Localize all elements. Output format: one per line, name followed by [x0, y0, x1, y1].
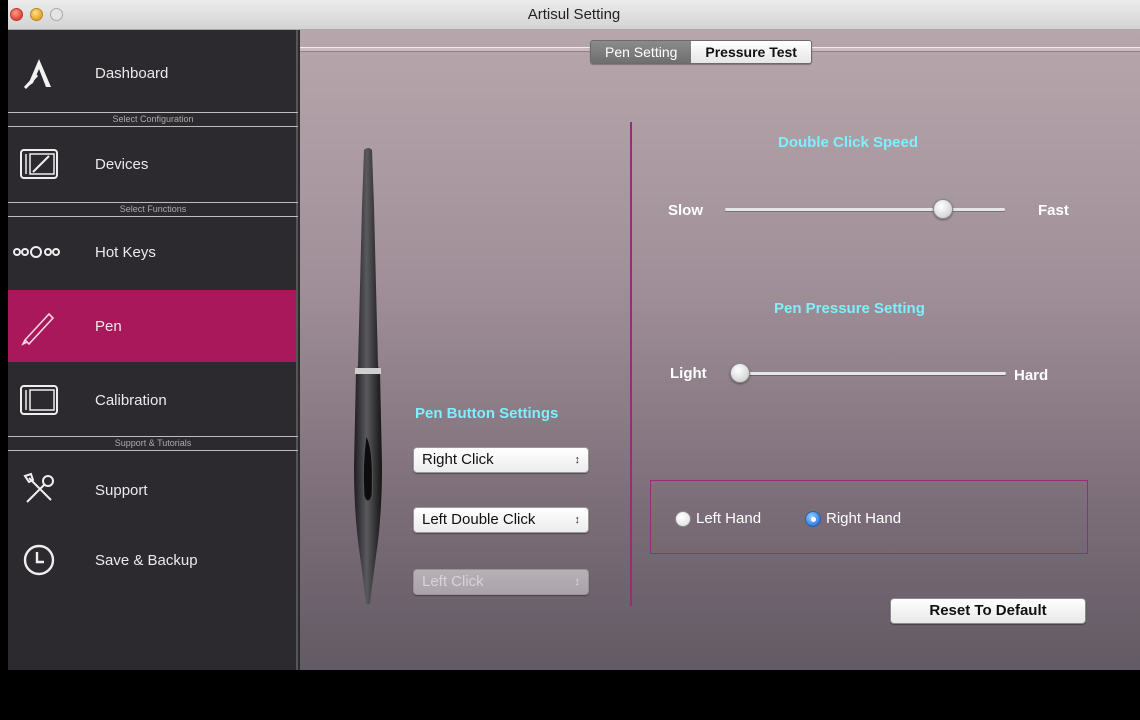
left-hand-radio[interactable] [675, 511, 691, 527]
sidebar-item-save-backup[interactable]: Save & Backup [8, 528, 296, 592]
hotkeys-dots-icon [8, 244, 70, 260]
tab-bar: Pen Setting Pressure Test [590, 40, 812, 64]
pen-icon [8, 306, 70, 346]
sidebar-item-label: Devices [95, 155, 149, 173]
section-header: Select Configuration [8, 112, 298, 127]
calibration-tablet-icon [8, 384, 70, 416]
pen-pressure-title: Pen Pressure Setting [774, 300, 925, 317]
left-hand-label: Left Hand [696, 510, 762, 527]
sidebar-item-support[interactable]: Support [8, 458, 296, 522]
sidebar-item-pen[interactable]: Pen [8, 290, 296, 362]
sidebar-item-dashboard[interactable]: Dashboard [8, 42, 296, 104]
pen-settings-panel: Pen Setting Pressure Test Pen Button Set… [300, 30, 1140, 670]
sidebar-item-label: Calibration [95, 391, 167, 409]
app-window: Artisul Setting Dashboard Select Configu… [8, 0, 1140, 670]
section-header: Select Functions [8, 202, 298, 217]
pen-button-settings-title: Pen Button Settings [415, 405, 559, 422]
sidebar: Dashboard Select Configuration Devices S… [8, 30, 298, 670]
updown-chevron-icon: ↕ [574, 576, 581, 588]
sidebar-item-label: Support [95, 481, 148, 499]
updown-chevron-icon: ↕ [574, 454, 581, 466]
pen-illustration [354, 148, 382, 604]
hand-selection-group: Left Hand Right Hand [650, 480, 1088, 554]
pen-tip-select: Left Click ↕ [413, 569, 589, 595]
right-hand-radio[interactable] [805, 511, 821, 527]
clock-icon [8, 543, 70, 577]
double-click-slider-track[interactable] [725, 208, 1005, 211]
double-click-slider-knob[interactable] [933, 199, 954, 219]
section-header: Support & Tutorials [8, 436, 298, 451]
slow-label: Slow [668, 202, 704, 219]
double-click-speed-title: Double Click Speed [778, 134, 919, 151]
hard-label: Hard [1014, 367, 1049, 384]
sidebar-item-label: Pen [95, 317, 122, 335]
title-bar: Artisul Setting [8, 0, 1140, 30]
pen-button-lower-select[interactable]: Left Double Click ↕ [413, 507, 589, 533]
tab-pressure-test[interactable]: Pressure Test [691, 41, 811, 63]
pressure-slider-track[interactable] [730, 372, 1006, 375]
artisul-logo-icon [8, 55, 70, 91]
sidebar-item-label: Dashboard [95, 64, 169, 82]
select-value: Left Click [422, 573, 484, 590]
pen-button-upper-select[interactable]: Right Click ↕ [413, 447, 589, 473]
sidebar-item-hot-keys[interactable]: Hot Keys [8, 220, 296, 284]
window-title: Artisul Setting [527, 6, 621, 23]
sidebar-item-devices[interactable]: Devices [8, 130, 296, 198]
sidebar-item-label: Save & Backup [95, 551, 198, 569]
pressure-slider-knob[interactable] [730, 363, 750, 383]
fast-label: Fast [1038, 202, 1069, 219]
select-value: Left Double Click [422, 511, 536, 528]
right-hand-label: Right Hand [826, 510, 902, 527]
select-value: Right Click [422, 451, 494, 468]
sidebar-item-calibration[interactable]: Calibration [8, 368, 296, 432]
tab-pen-setting[interactable]: Pen Setting [591, 41, 692, 63]
reset-to-default-button[interactable]: Reset To Default [890, 598, 1086, 624]
updown-chevron-icon: ↕ [574, 514, 581, 526]
tablet-icon [8, 148, 70, 180]
tools-icon [8, 470, 70, 510]
light-label: Light [670, 365, 707, 382]
sidebar-item-label: Hot Keys [95, 243, 156, 261]
panel-divider [630, 122, 632, 606]
